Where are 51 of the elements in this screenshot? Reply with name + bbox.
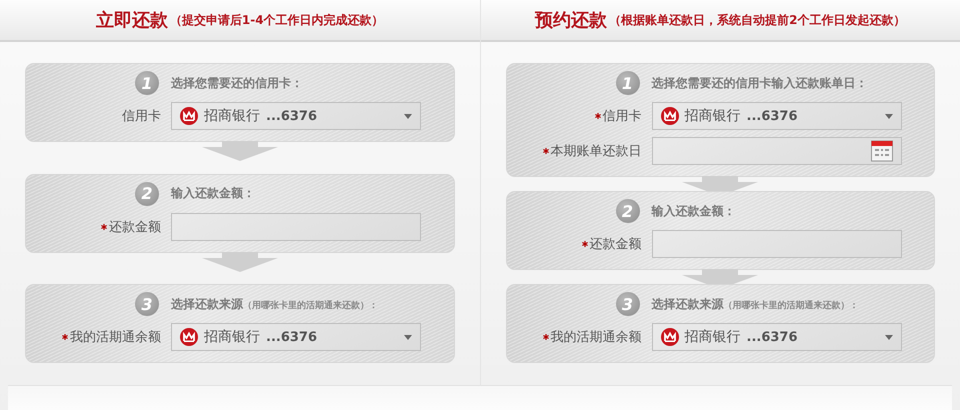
caret-icon	[884, 334, 892, 340]
bank-logo-icon	[660, 328, 678, 346]
bank-name: 招商银行	[204, 107, 260, 125]
caret-icon	[884, 114, 892, 118]
down-arrow-icon	[202, 141, 278, 161]
step-title: 选择还款来源	[652, 296, 724, 312]
field-label: 还款金额	[590, 236, 642, 253]
section-subtitle: （提交申请后1-4个工作日内完成还款）	[170, 12, 384, 28]
field-label: 还款金额	[109, 218, 161, 236]
date-field[interactable]	[652, 137, 902, 165]
calendar-icon[interactable]	[870, 140, 892, 162]
amount-field[interactable]	[652, 230, 902, 258]
field-label: 我的活期通余额	[70, 329, 161, 346]
card-select[interactable]: 招商银行 ...6376	[652, 102, 902, 130]
section-title: 立即还款	[96, 9, 168, 32]
step-number: 3	[135, 292, 159, 316]
step-title: 输入还款金额：	[652, 202, 736, 220]
bank-name: 招商银行	[684, 328, 740, 346]
step-note: （用哪张卡里的活期通来还款）：	[243, 299, 378, 312]
step-number: 1	[135, 71, 159, 95]
caret-icon	[404, 334, 412, 340]
caret-icon	[404, 114, 412, 118]
card-number: ...6376	[746, 330, 798, 344]
step-title: 选择您需要还的信用卡：	[171, 74, 303, 92]
section-subtitle: （根据账单还款日，系统自动提前2个工作日发起还款）	[609, 12, 906, 28]
step-title: 选择您需要还的信用卡输入还款账单日：	[652, 74, 868, 92]
step-title: 选择还款来源	[171, 296, 243, 312]
card-number: ...6376	[266, 108, 317, 124]
amount-field[interactable]	[171, 212, 421, 240]
bank-name: 招商银行	[684, 107, 740, 125]
card-number: ...6376	[266, 330, 317, 344]
step-title: 输入还款金额：	[171, 185, 255, 202]
card-select[interactable]: 招商银行 ...6376	[171, 102, 421, 130]
step-number: 3	[616, 292, 640, 316]
field-label: 本期账单还款日	[550, 143, 642, 160]
step-note: （用哪张卡里的活期通来还款）：	[724, 299, 858, 312]
bank-logo-icon	[660, 107, 678, 125]
field-label: 我的活期通余额	[550, 329, 642, 346]
card-select[interactable]: 招商银行 ...6376	[652, 323, 902, 351]
bank-logo-icon	[180, 328, 198, 346]
field-label: 信用卡	[122, 108, 161, 125]
step-number: 2	[135, 182, 159, 206]
step-number: 2	[616, 199, 640, 223]
down-arrow-icon	[202, 252, 278, 272]
card-number: ...6376	[746, 108, 798, 124]
field-label: 信用卡	[602, 108, 642, 125]
section-title: 预约还款	[535, 9, 608, 32]
bank-logo-icon	[180, 107, 198, 125]
card-select[interactable]: 招商银行 ...6376	[171, 323, 421, 351]
bank-name: 招商银行	[204, 328, 260, 346]
step-number: 1	[616, 71, 640, 95]
